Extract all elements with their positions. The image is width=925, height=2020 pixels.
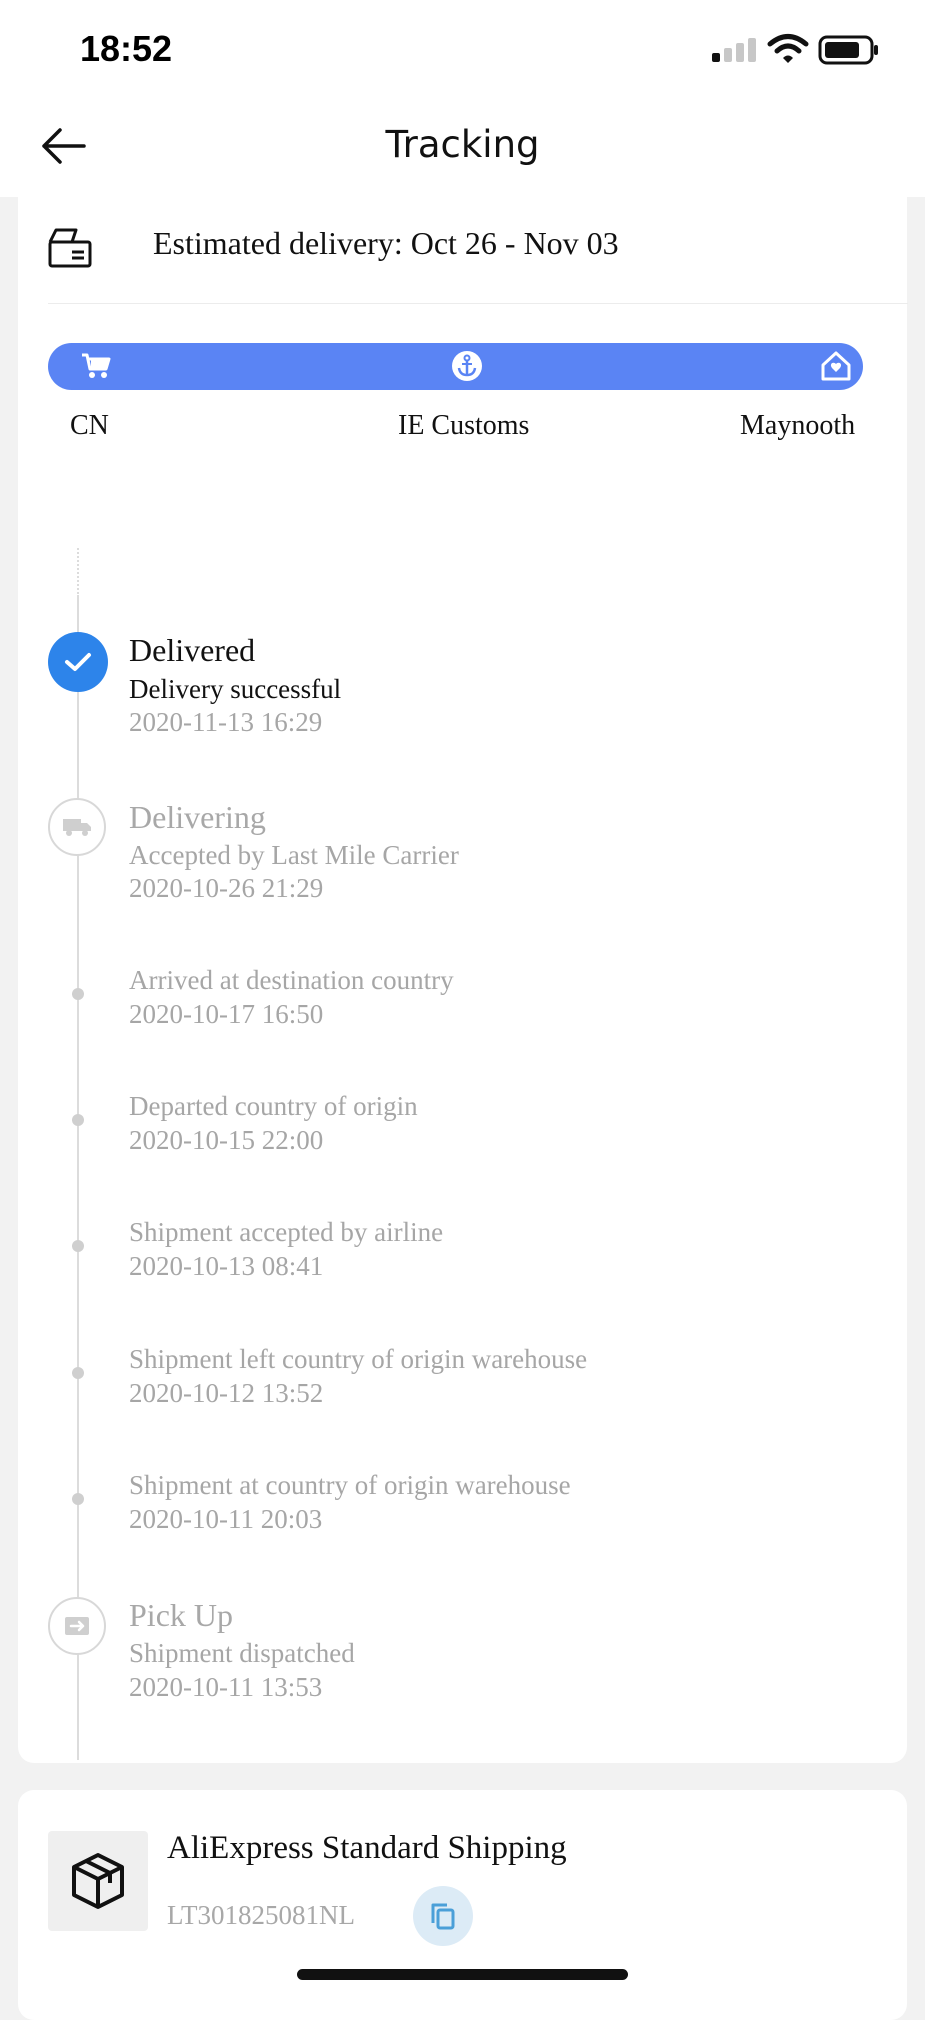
delivery-box-icon <box>48 228 92 268</box>
event-title: Pick Up <box>129 1597 233 1633</box>
event-description: Shipment accepted by airline <box>129 1217 444 1247</box>
copy-icon <box>431 1903 455 1930</box>
timeline-dotted-line <box>77 548 81 594</box>
route-customs-label: IE Customs <box>398 410 530 441</box>
divider <box>48 303 908 304</box>
truck-icon <box>48 798 106 856</box>
timeline-dot <box>72 988 84 1000</box>
status-time: 18:52 <box>80 28 173 69</box>
copy-button[interactable] <box>413 1886 473 1946</box>
battery-icon <box>818 35 878 65</box>
signal-icon <box>712 38 756 62</box>
event-time: 2020-10-26 21:29 <box>129 873 324 903</box>
timeline-line <box>77 595 79 1760</box>
event-time: 2020-10-11 13:53 <box>129 1672 323 1702</box>
route-origin-label: CN <box>70 410 109 441</box>
timeline-dot <box>72 1367 84 1379</box>
page-title: Tracking <box>385 123 540 166</box>
event-time: 2020-11-13 16:29 <box>129 707 323 737</box>
event-description: Shipment left country of origin warehous… <box>129 1344 588 1374</box>
home-indicator <box>297 1969 628 1980</box>
tracking-number: LT301825081NL <box>167 1900 355 1930</box>
estimated-delivery: Estimated delivery: Oct 26 - Nov 03 <box>153 225 619 261</box>
event-description: Delivery successful <box>129 674 342 704</box>
event-description: Departed country of origin <box>129 1091 418 1121</box>
event-title: Delivering <box>129 799 266 835</box>
event-title: Delivered <box>129 632 256 668</box>
timeline-dot <box>72 1493 84 1505</box>
event-description: Accepted by Last Mile Carrier <box>129 840 459 870</box>
carrier-name: AliExpress Standard Shipping <box>167 1830 567 1866</box>
anchor-icon <box>452 351 482 381</box>
event-description: Shipment at country of origin warehouse <box>129 1470 571 1500</box>
home-icon <box>821 351 851 381</box>
event-time: 2020-10-15 22:00 <box>129 1125 324 1155</box>
event-time: 2020-10-11 20:03 <box>129 1504 323 1534</box>
status-bar: 18:52 <box>0 0 925 100</box>
package-icon <box>48 1831 148 1931</box>
timeline-dot <box>72 1114 84 1126</box>
timeline-dot <box>72 1240 84 1252</box>
event-time: 2020-10-13 08:41 <box>129 1251 324 1281</box>
pickup-icon <box>48 1597 106 1655</box>
wifi-icon <box>767 34 809 63</box>
event-time: 2020-10-12 13:52 <box>129 1378 324 1408</box>
route-destination-label: Maynooth <box>740 410 856 441</box>
cart-icon <box>82 353 111 378</box>
delivered-check-icon <box>48 632 108 692</box>
event-time: 2020-10-17 16:50 <box>129 999 324 1029</box>
event-description: Shipment dispatched <box>129 1638 355 1668</box>
event-description: Arrived at destination country <box>129 965 454 995</box>
